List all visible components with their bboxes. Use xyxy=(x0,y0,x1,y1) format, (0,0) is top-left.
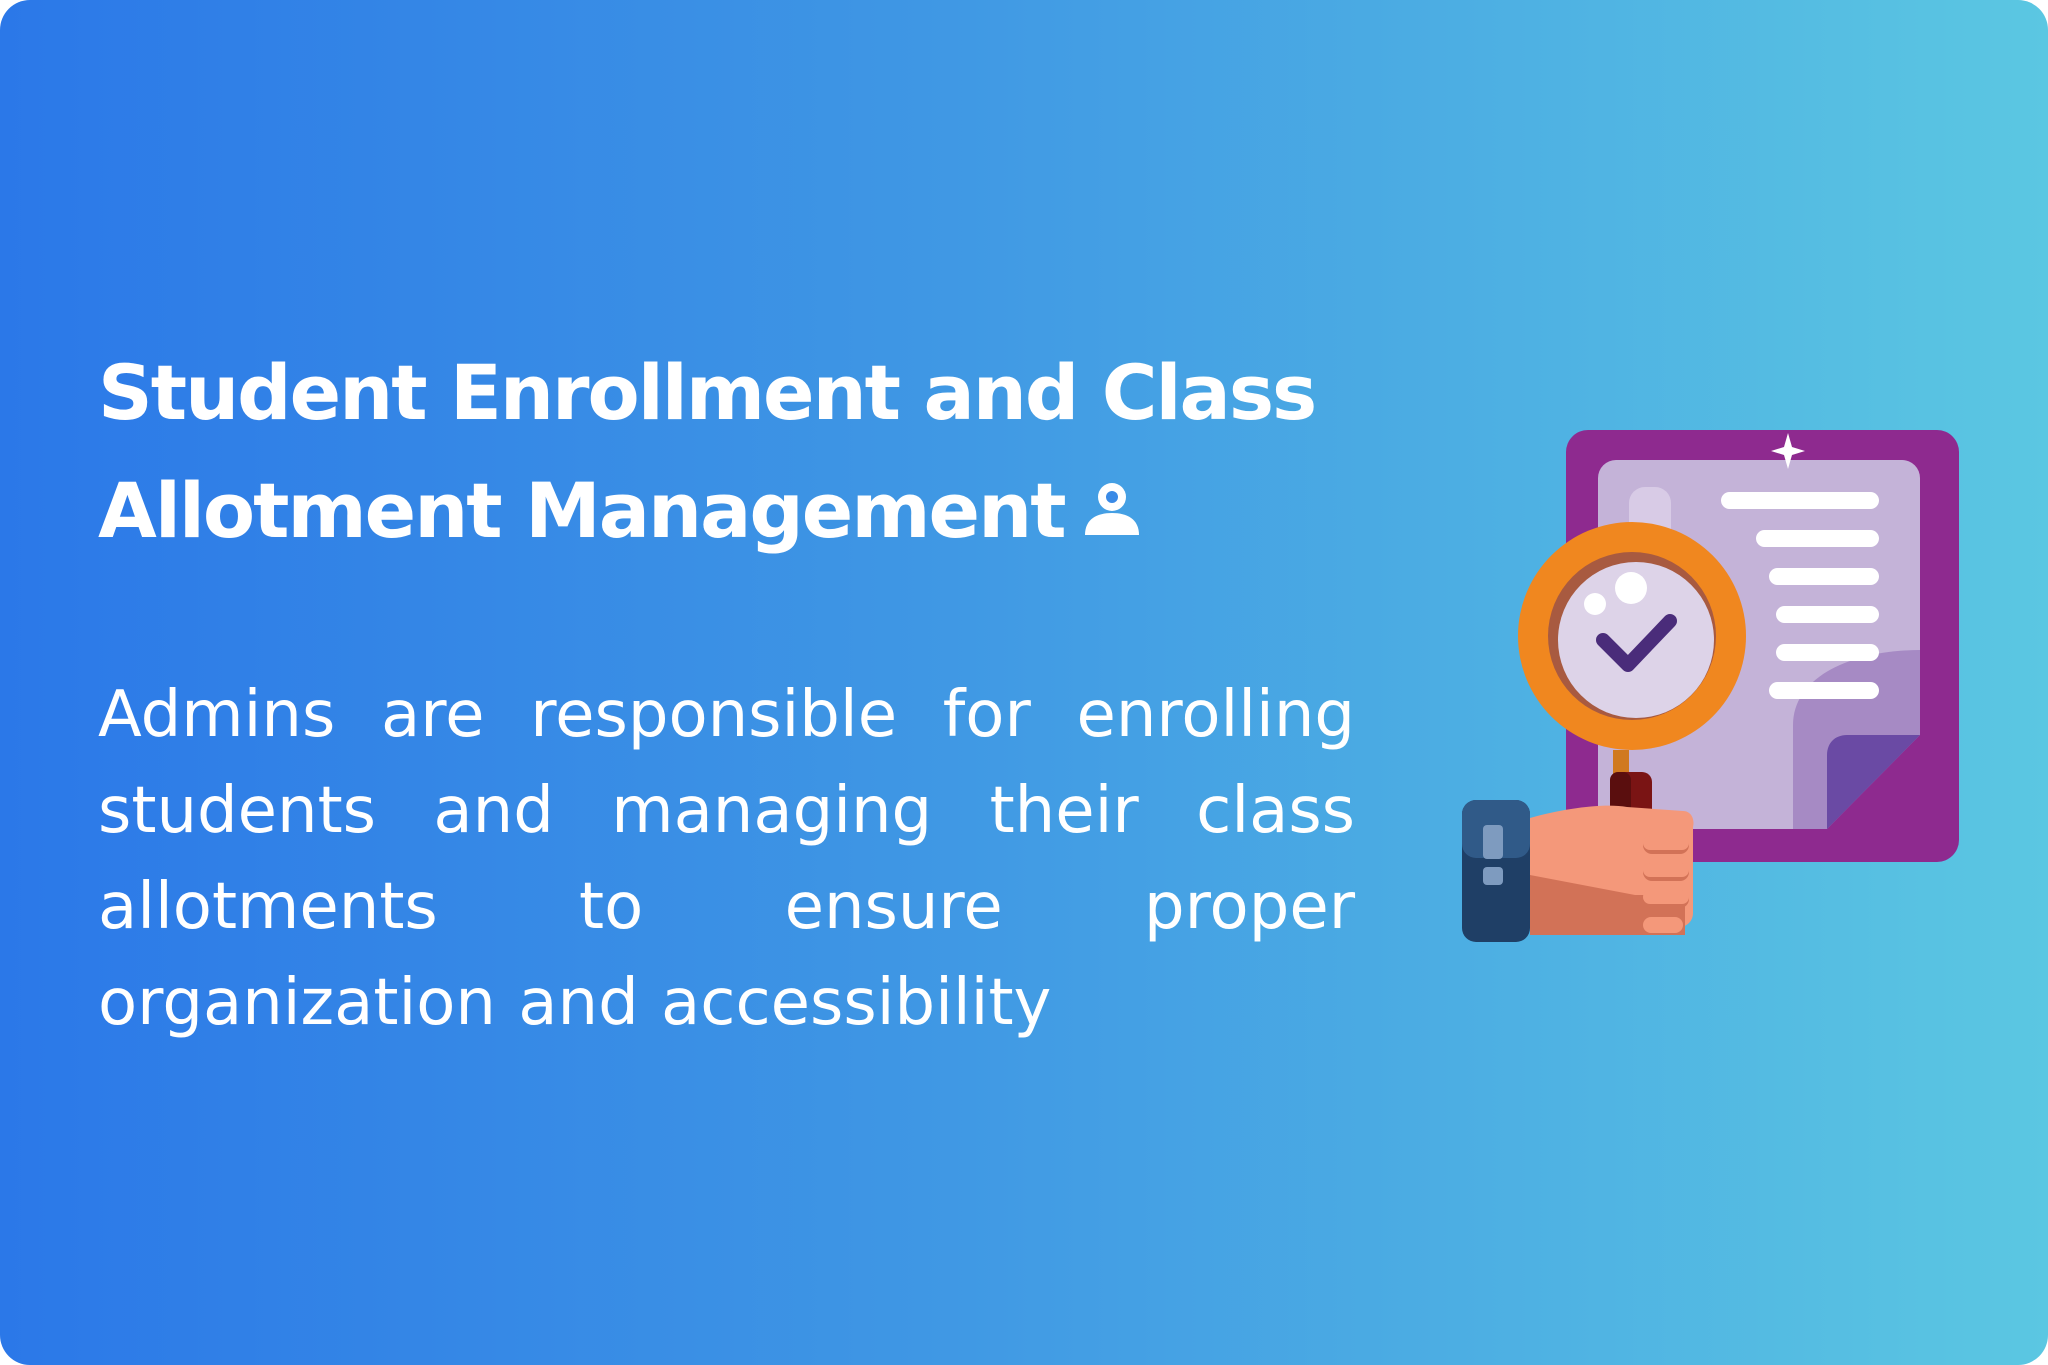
user-icon xyxy=(1084,483,1139,535)
slide-title: Student Enrollment and Class Allotment M… xyxy=(98,334,1438,570)
magnifying-glass-icon xyxy=(1518,522,1746,750)
hand-icon xyxy=(1462,800,1694,942)
title-line-2-text: Allotment Management xyxy=(98,466,1067,555)
magnifying-glass-document-illustration xyxy=(1462,430,1959,942)
title-line-2: Allotment Management xyxy=(98,452,1438,570)
slide-card: Student Enrollment and Class Allotment M… xyxy=(0,0,2048,1365)
slide-description: Admins are responsible for enrolling stu… xyxy=(98,678,1355,1040)
title-line-1: Student Enrollment and Class xyxy=(98,348,1317,437)
